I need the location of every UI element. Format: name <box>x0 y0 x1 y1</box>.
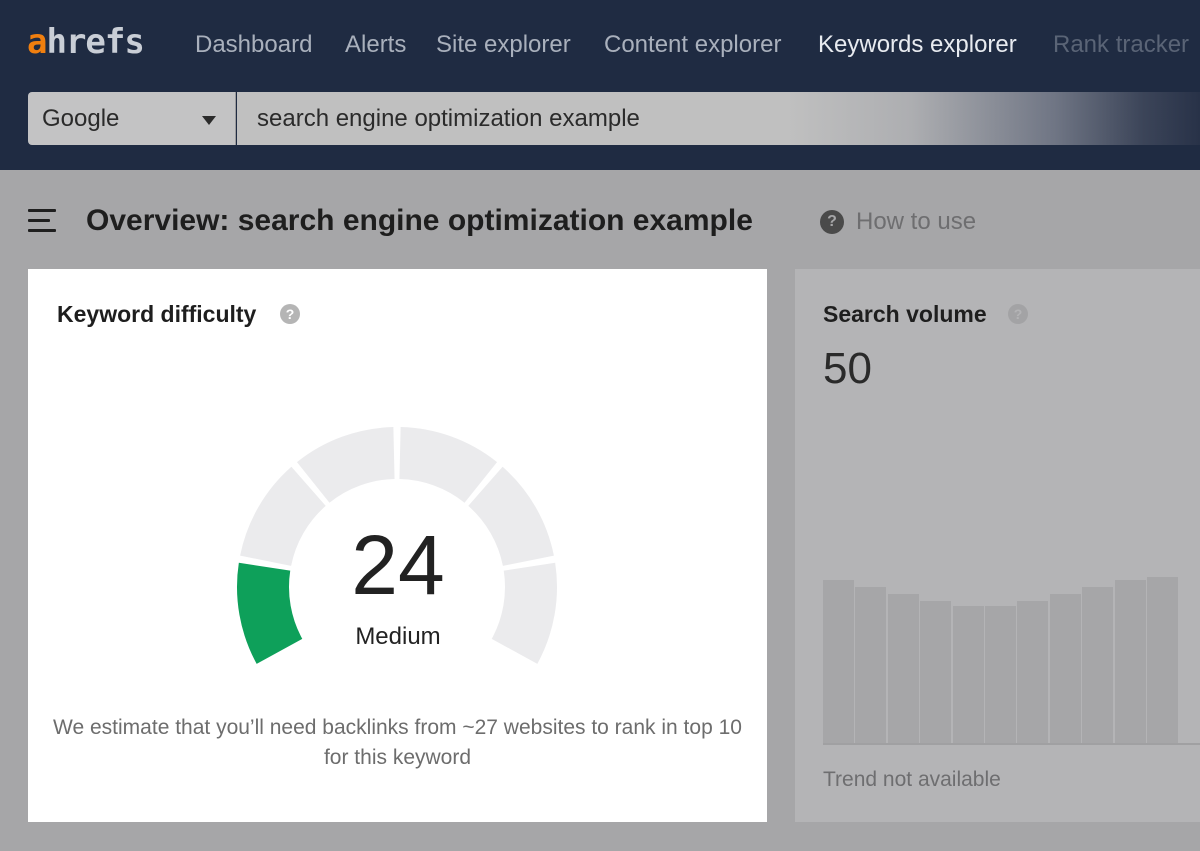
nav-content-explorer[interactable]: Content explorer <box>604 29 781 61</box>
trend-bar <box>952 606 984 745</box>
trend-bar <box>1017 601 1049 745</box>
nav-alerts[interactable]: Alerts <box>345 29 406 61</box>
keyword-input[interactable] <box>237 92 1200 145</box>
nav-rank-tracker[interactable]: Rank tracker <box>1053 29 1189 61</box>
trend-baseline <box>823 743 1200 745</box>
trend-bar <box>1082 587 1114 745</box>
trend-bar <box>855 587 887 745</box>
nav-keywords-explorer[interactable]: Keywords explorer <box>818 29 1017 61</box>
gauge-segment <box>491 562 557 664</box>
trend-bar <box>1049 594 1081 745</box>
ahrefs-logo[interactable]: ahrefs <box>27 22 145 62</box>
logo-accent-letter: a <box>27 22 48 62</box>
search-engine-value: Google <box>42 105 120 132</box>
nav-site-explorer[interactable]: Site explorer <box>436 29 571 61</box>
trend-bar <box>823 580 854 745</box>
trend-status-text: Trend not available <box>823 768 1001 791</box>
search-volume-card: Search volume ? 50 Trend not available <box>795 269 1200 822</box>
search-engine-select[interactable]: Google <box>28 92 236 145</box>
trend-bar <box>887 594 919 745</box>
page-title: Overview: search engine optimization exa… <box>86 204 753 237</box>
trend-bar <box>1114 580 1146 745</box>
overview-header: Overview: search engine optimization exa… <box>28 200 1200 244</box>
nav-dashboard[interactable]: Dashboard <box>195 29 312 61</box>
search-volume-title: Search volume <box>823 301 987 327</box>
trend-bar <box>920 601 952 745</box>
backlinks-estimate-text: We estimate that you’ll need backlinks f… <box>53 716 742 769</box>
question-icon[interactable]: ? <box>1008 304 1028 324</box>
trend-bar <box>985 606 1016 745</box>
trend-chart <box>823 577 1200 745</box>
difficulty-score: 24 <box>351 518 445 612</box>
difficulty-level: Medium <box>355 623 441 650</box>
logo-rest: hrefs <box>46 22 144 62</box>
trend-bar <box>1147 577 1178 745</box>
help-icon[interactable]: ? <box>820 210 844 234</box>
gauge-segment <box>237 562 303 664</box>
search-volume-value: 50 <box>823 344 872 393</box>
top-navigation-bar: ahrefs Dashboard Alerts Site explorer Co… <box>0 0 1200 170</box>
hamburger-menu-icon[interactable] <box>28 209 56 233</box>
chevron-down-icon <box>202 116 216 125</box>
keyword-search-bar: Google <box>28 92 1200 145</box>
how-to-use-link[interactable]: How to use <box>856 207 976 237</box>
keyword-difficulty-card: Keyword difficulty ? 24 Medium We estima… <box>28 269 767 822</box>
